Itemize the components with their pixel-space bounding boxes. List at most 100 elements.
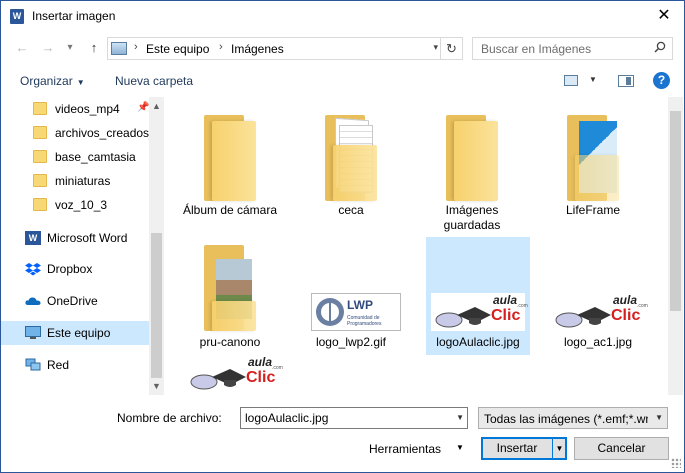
file-name: logo_ac1.jpg [563,335,633,349]
word-icon: W [25,231,41,245]
lwp-emblem-icon [316,298,344,326]
file-tile-logo-lwp2[interactable]: LWP Comunidad de Programadores logo_lwp2… [299,237,403,355]
sidebar-item-label: voz_10_3 [55,198,108,212]
organize-label: Organizar [20,74,73,88]
folder-icon [33,198,47,211]
file-name: logo_lwp2.gif [315,335,387,349]
file-list: Álbum de cámara ceca Imágenes guardadas [168,97,668,395]
view-options-icon[interactable] [564,75,578,86]
dialog-footer: Nombre de archivo: logoAulaclic.jpg ▼ To… [1,401,684,471]
this-pc-icon [111,42,127,55]
insert-button[interactable]: Insertar ▼ [481,437,567,460]
chevron-down-icon: ▼ [76,78,85,87]
sidebar-item-videos-mp4[interactable]: videos_mp4 📌 [1,97,149,121]
aula-text: aula [493,293,518,307]
folder-with-documents-icon [325,115,377,201]
sidebar-item-miniaturas[interactable]: miniaturas [1,169,149,193]
word-app-icon: W [10,9,24,24]
lwp-logo-thumbnail: LWP Comunidad de Programadores [311,293,401,331]
forward-arrow-icon[interactable]: → [39,39,57,57]
mouse-and-graduation-cap-icon [435,307,491,328]
folder-icon [446,115,498,201]
aula-text: aula [248,355,273,369]
sidebar-item-base-camtasia[interactable]: base_camtasia [1,145,149,169]
sidebar-item-este-equipo[interactable]: Este equipo [1,321,149,345]
file-list-scroll-thumb[interactable] [670,111,681,311]
aulaclic-logo-thumbnail: aula Clic .com [186,355,283,393]
view-dropdown-icon[interactable]: ▼ [589,75,597,84]
resize-grip-icon[interactable] [671,458,681,468]
tools-button[interactable]: Herramientas [369,442,441,456]
insert-image-dialog: W Insertar imagen ✕ ← → ▾ ↑ › Este equip… [0,0,685,473]
file-name: logoAulaclic.jpg [436,335,520,349]
file-name: Álbum de cámara [182,203,278,217]
preview-pane-icon[interactable] [618,75,634,87]
sidebar-item-label: OneDrive [47,294,98,308]
dotcom-text: .com [637,303,648,309]
chevron-down-icon: ▼ [655,413,663,422]
clic-text: Clic [611,307,641,324]
pin-icon[interactable]: 📌 [137,102,149,113]
file-tile-imagenes-guardadas[interactable]: Imágenes guardadas [420,103,524,232]
breadcrumb-imagenes[interactable]: Imágenes [231,42,284,56]
chevron-down-icon[interactable]: ▼ [456,413,464,422]
file-tile-ceca[interactable]: ceca [299,103,403,221]
file-tile-lifeframe[interactable]: LifeFrame [541,103,645,221]
file-name: LifeFrame [565,203,621,217]
cancel-button[interactable]: Cancelar [574,437,669,460]
file-type-select[interactable]: Todas las imágenes (*.emf;*.wn ▼ [478,407,668,429]
close-icon[interactable]: ✕ [652,5,676,27]
dotcom-text: .com [517,303,528,309]
file-tile-partial[interactable]: aula Clic .com [178,355,283,395]
file-tile-album-de-camara[interactable]: Álbum de cámara [178,103,282,221]
mouse-and-graduation-cap-icon [555,307,611,328]
file-list-scrollbar[interactable] [668,97,683,395]
sidebar-item-label: videos_mp4 [55,102,120,116]
filename-input[interactable]: logoAulaclic.jpg ▼ [240,407,468,429]
sidebar-item-archivos-creados[interactable]: archivos_creados_ [1,121,156,145]
sidebar-scroll-thumb[interactable] [151,233,162,378]
sidebar-scrollbar[interactable]: ▲ ▼ [149,97,164,395]
aulaclic-logo-thumbnail: aula Clic .com [431,293,528,331]
lwp-subtitle-line-2: Programadores [347,321,382,327]
mouse-and-graduation-cap-icon [190,369,246,390]
sidebar-item-dropbox[interactable]: Dropbox [1,257,149,281]
filename-label: Nombre de archivo: [117,411,222,425]
sidebar-item-red[interactable]: Red [1,353,149,377]
tools-dropdown-icon[interactable]: ▼ [456,443,464,452]
folder-with-blue-content-icon [567,115,619,201]
address-bar[interactable]: › Este equipo › Imágenes ▾ ↻ [107,37,463,60]
sidebar-item-voz-10-3[interactable]: voz_10_3 [1,193,149,217]
search-placeholder: Buscar en Imágenes [481,42,592,56]
sidebar-item-label: Dropbox [47,262,93,276]
back-arrow-icon[interactable]: ← [13,39,31,57]
insert-dropdown-icon[interactable]: ▼ [552,438,566,459]
file-name: ceca [338,203,364,217]
sidebar-item-onedrive[interactable]: OneDrive [1,289,149,313]
window-title: Insertar imagen [32,9,116,23]
lwp-subtitle: Comunidad de Programadores [347,315,381,327]
scroll-up-icon[interactable]: ▲ [152,101,161,111]
sidebar-item-label: Red [47,358,70,372]
help-icon[interactable]: ? [653,72,670,89]
up-arrow-icon[interactable]: ↑ [85,39,103,57]
network-icon [25,358,41,371]
recent-locations-dropdown-icon[interactable]: ▾ [61,39,79,57]
address-dropdown-icon[interactable]: ▾ [433,42,438,53]
clic-text: Clic [246,369,276,386]
new-folder-button[interactable]: Nueva carpeta [115,74,193,88]
file-tile-logoaulaclic[interactable]: aula Clic .com logoAulaclic.jpg [426,237,530,355]
organize-button[interactable]: Organizar ▼ [20,74,85,88]
file-tile-logo-ac1[interactable]: aula Clic .com logo_ac1.jpg [546,237,650,355]
file-name: Imágenes guardadas [443,203,501,232]
refresh-icon[interactable]: ↻ [440,38,462,59]
file-tile-pru-canono[interactable]: pru-canono [178,237,282,355]
breadcrumb-separator: › [219,41,223,53]
sidebar-item-microsoft-word[interactable]: W Microsoft Word [1,226,149,250]
dropbox-icon [25,263,41,276]
breadcrumb-este-equipo[interactable]: Este equipo [146,42,209,56]
scroll-down-icon[interactable]: ▼ [152,381,161,391]
file-type-value: Todas las imágenes (*.emf;*.wn [484,412,648,426]
sidebar-item-label: miniaturas [55,174,111,188]
search-box[interactable]: Buscar en Imágenes [472,37,673,60]
